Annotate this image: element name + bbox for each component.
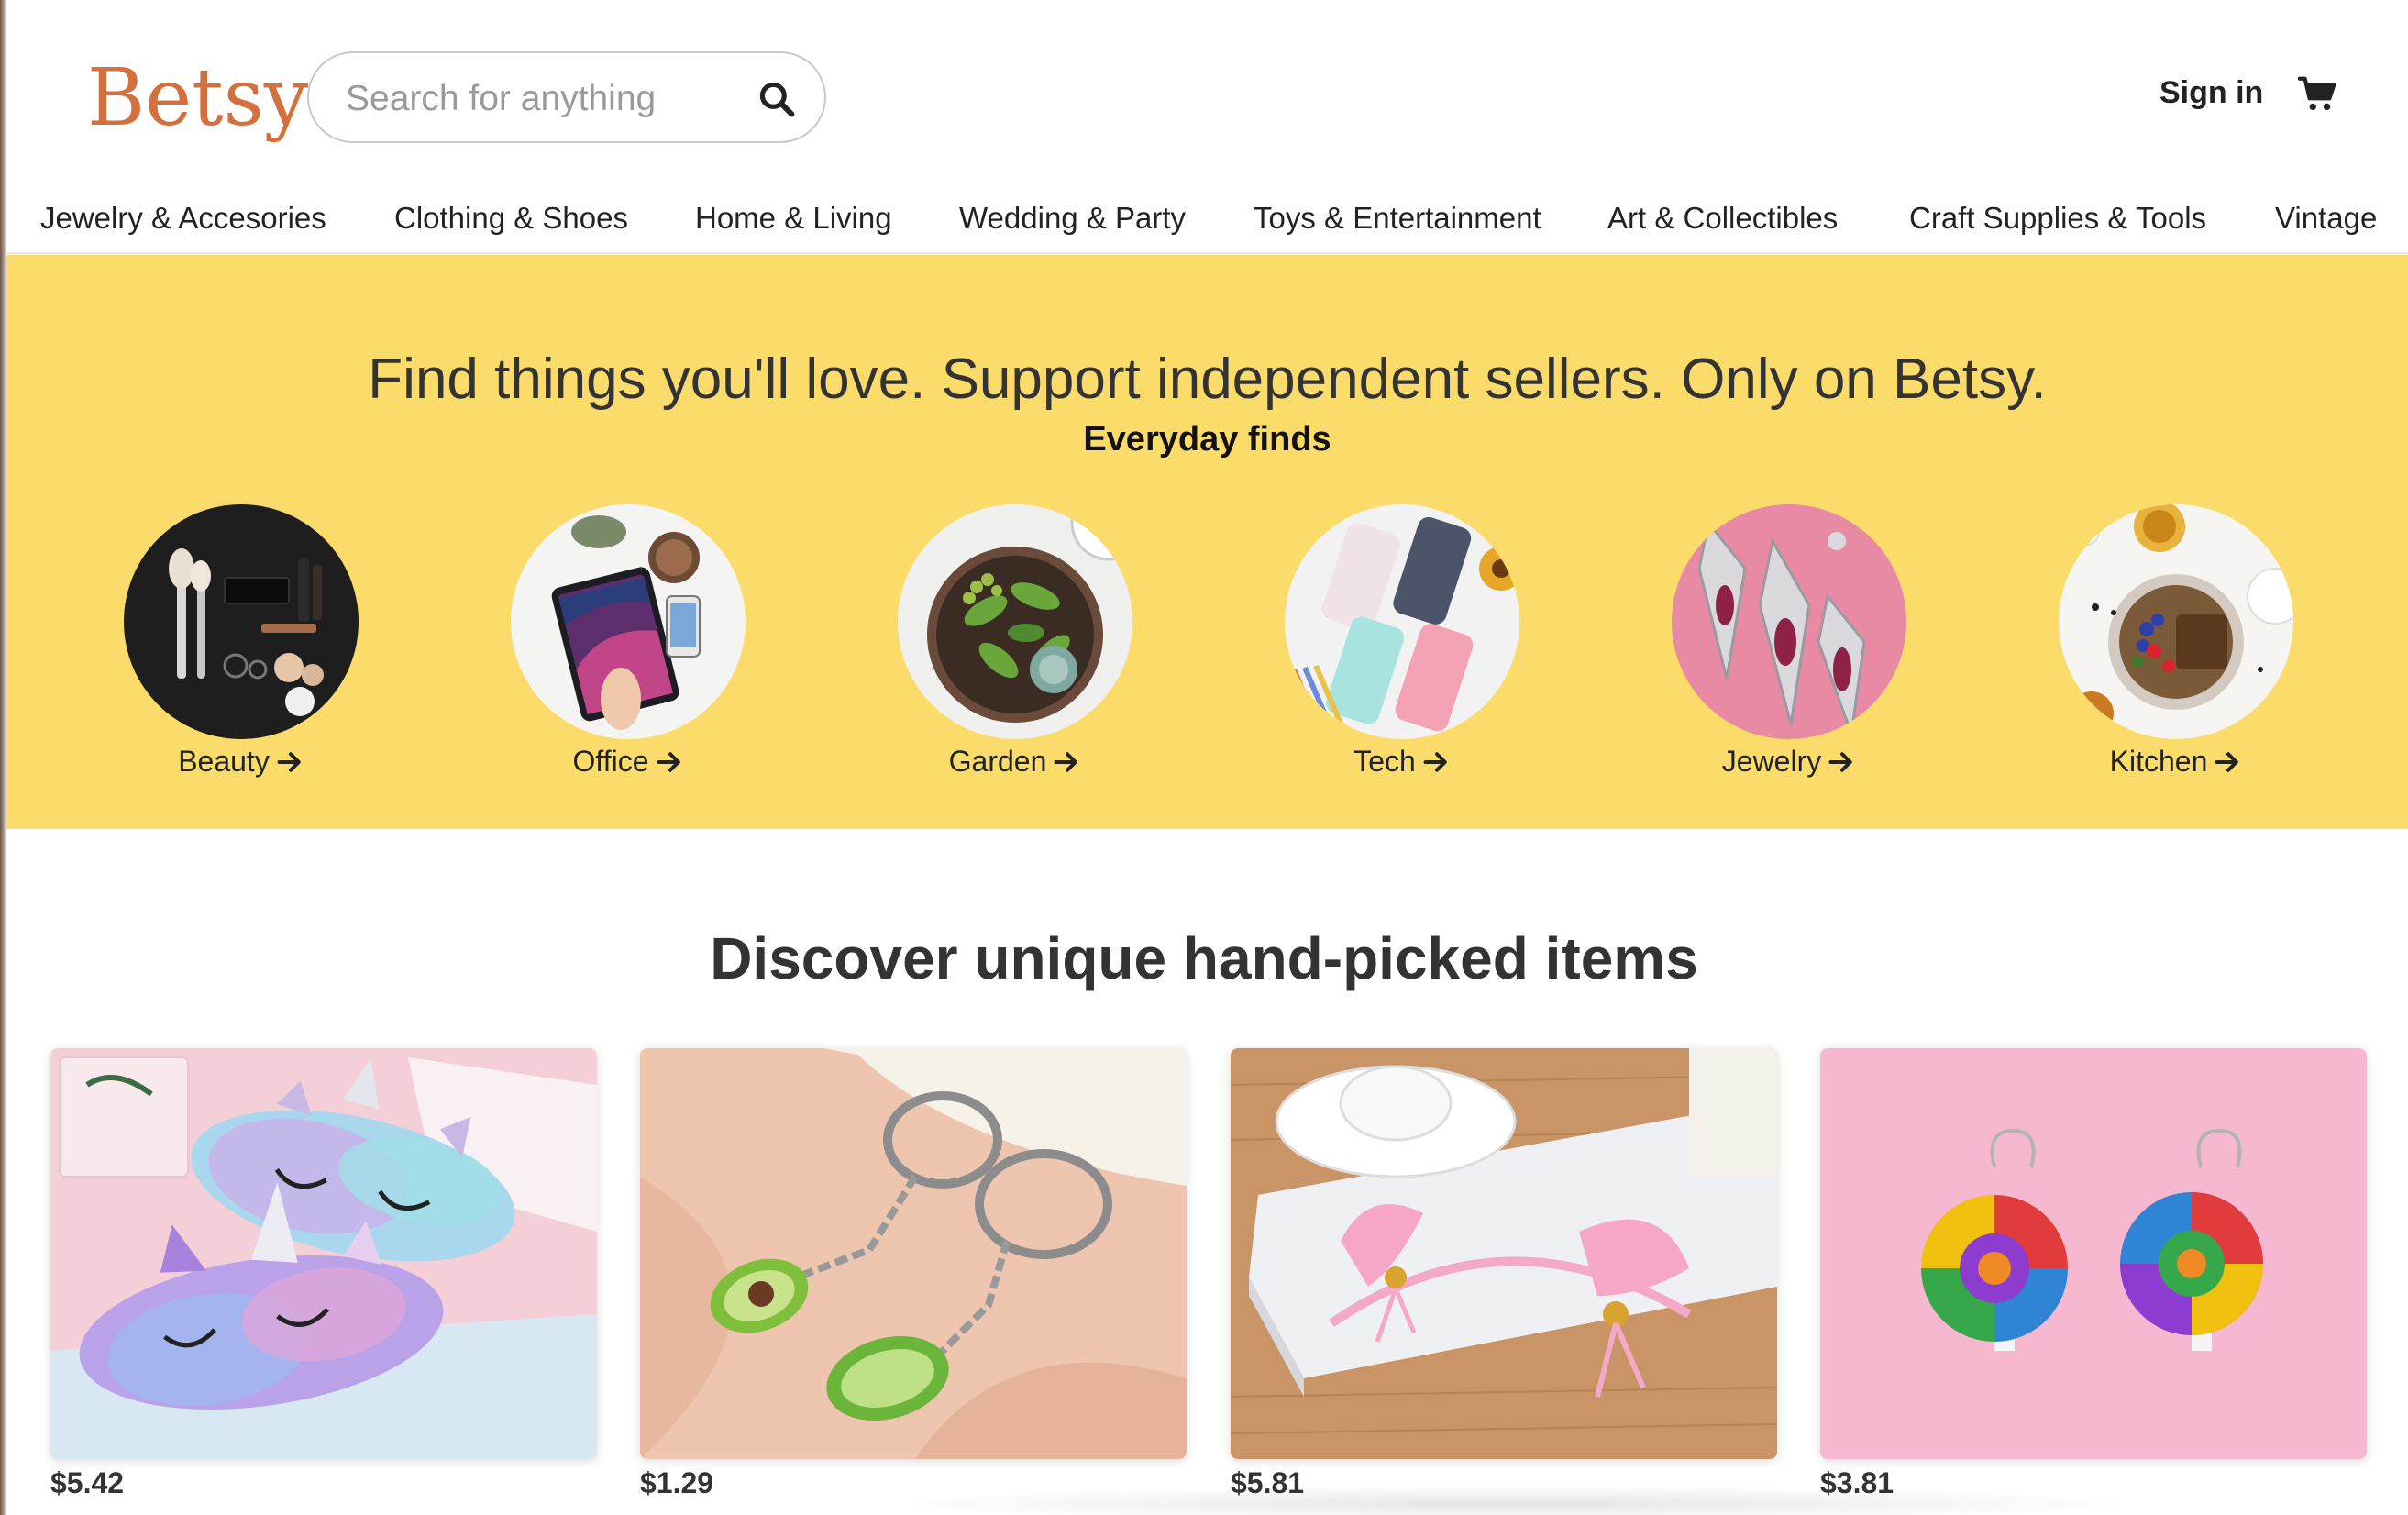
category-link-vintage[interactable]: Vintage [2275, 201, 2377, 236]
category-link-home[interactable]: Home & Living [695, 201, 892, 236]
beauty-photo [124, 504, 359, 739]
hero-title: Find things you'll love. Support indepen… [368, 348, 2047, 411]
site-logo[interactable]: Betsy [87, 48, 308, 149]
everyday-find-label: Office [572, 745, 649, 778]
jewelry-photo [1672, 504, 1906, 739]
arrow-right-icon [1054, 751, 1078, 772]
tech-photo [1285, 504, 1519, 739]
everyday-find-kitchen[interactable]: Kitchen [2059, 504, 2293, 779]
arrow-right-icon [1828, 751, 1852, 772]
arrow-right-icon [657, 751, 680, 772]
product-card[interactable]: $3.81 [1820, 1048, 2367, 1500]
product-price: $5.42 [50, 1466, 125, 1499]
everyday-find-label: Jewelry [1721, 745, 1822, 778]
page-bottom-shadow [871, 1486, 2155, 1515]
office-photo [511, 504, 746, 739]
search-icon [759, 82, 795, 117]
category-link-craft[interactable]: Craft Supplies & Tools [1909, 201, 2206, 236]
category-link-clothing[interactable]: Clothing & Shoes [394, 201, 628, 236]
everyday-find-tech[interactable]: Tech [1285, 504, 1519, 779]
everyday-find-label: Beauty [178, 745, 270, 778]
hero-banner: Find things you'll love. Support indepen… [6, 255, 2408, 829]
product-card[interactable]: $5.42 [50, 1048, 597, 1500]
header: Betsy Sign in [6, 0, 2408, 188]
everyday-find-label: Tech [1353, 745, 1416, 778]
everyday-find-garden[interactable]: Garden [898, 504, 1132, 779]
everyday-find-jewelry[interactable]: Jewelry [1672, 504, 1906, 779]
everyday-find-label: Kitchen [2109, 745, 2208, 778]
arrow-right-icon [277, 751, 301, 772]
window-edge [0, 0, 6, 1515]
unicorn-sleep-masks-photo [50, 1048, 597, 1459]
search-button[interactable] [751, 73, 802, 125]
search-input[interactable] [346, 73, 731, 125]
kitchen-photo [2059, 504, 2293, 739]
discover-title: Discover unique hand-picked items [710, 925, 1698, 991]
product-card[interactable]: $1.29 [640, 1048, 1187, 1500]
arrow-right-icon [2215, 751, 2239, 772]
product-card[interactable]: $5.81 [1231, 1048, 1777, 1500]
cart-button[interactable] [2297, 73, 2343, 119]
cat-ear-headband-photo [1231, 1048, 1777, 1459]
arrow-right-icon [1423, 751, 1447, 772]
lollipop-earrings-photo [1820, 1048, 2367, 1459]
category-link-wedding[interactable]: Wedding & Party [959, 201, 1186, 236]
avocado-keychains-photo [640, 1048, 1187, 1459]
everyday-find-label: Garden [948, 745, 1047, 778]
cart-icon [2297, 76, 2336, 111]
category-nav: Jewelry & Accesories Clothing & Shoes Ho… [6, 188, 2408, 254]
everyday-find-office[interactable]: Office [511, 504, 746, 779]
sign-in-link[interactable]: Sign in [2159, 75, 2263, 111]
everyday-find-beauty[interactable]: Beauty [124, 504, 359, 779]
hero-subtitle: Everyday finds [1083, 420, 1331, 459]
category-link-toys[interactable]: Toys & Entertainment [1254, 201, 1541, 236]
garden-photo [898, 504, 1132, 739]
category-link-jewelry[interactable]: Jewelry & Accesories [40, 201, 326, 236]
category-link-art[interactable]: Art & Collectibles [1607, 201, 1838, 236]
search-bar [307, 51, 826, 143]
